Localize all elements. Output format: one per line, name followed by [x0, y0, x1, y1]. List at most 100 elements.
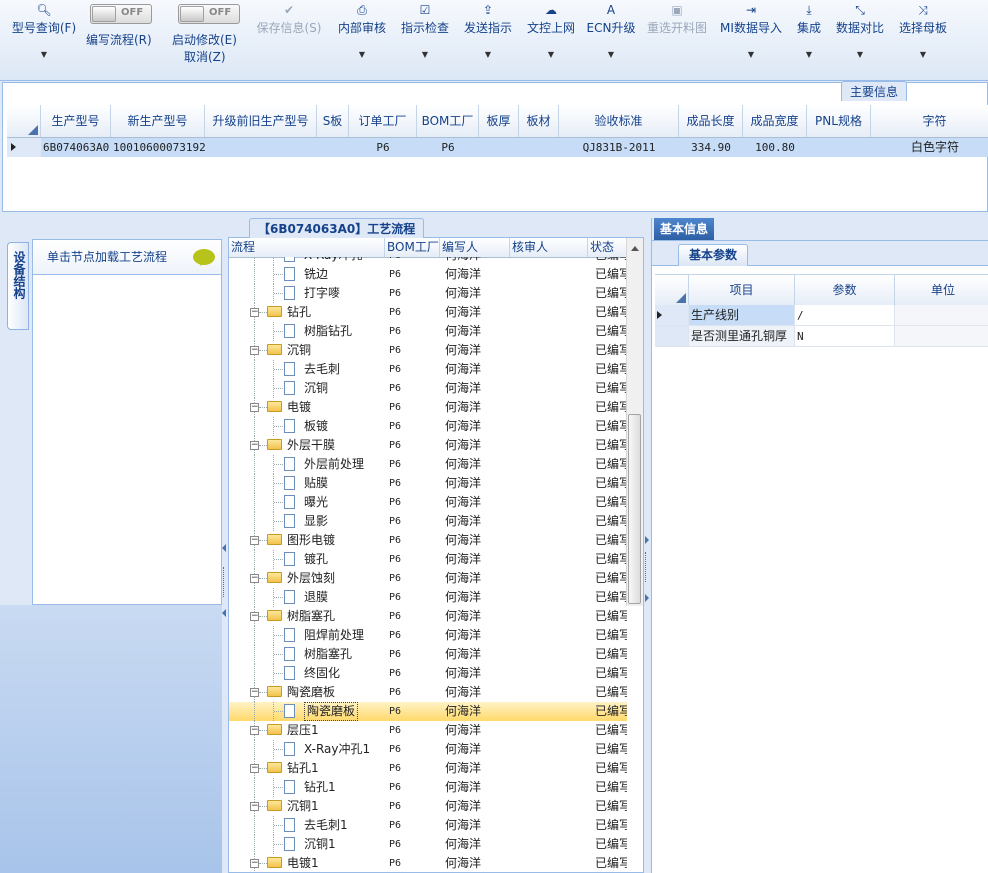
column-header[interactable]: 订单工厂 [349, 105, 417, 137]
table-cell[interactable]: 10010600073192 [111, 138, 205, 157]
param-column-header[interactable]: 参数 [795, 275, 895, 305]
table-cell[interactable] [479, 138, 519, 157]
toolbar-button-5[interactable]: ☁ 文控上网 ▼ [524, 0, 578, 72]
tree-row[interactable]: X-Ray冲孔 P6何海洋 已编写 [229, 257, 627, 265]
node-panel[interactable]: 单击节点加载工艺流程 [32, 239, 222, 605]
collapse-right-icon[interactable] [645, 536, 649, 544]
column-header[interactable]: BOM工厂 [417, 105, 479, 137]
tree-node-label[interactable]: 树脂钻孔 [304, 322, 352, 341]
table-cell[interactable]: 白色字符 [871, 138, 988, 157]
node-panel-header[interactable]: 单击节点加载工艺流程 [33, 240, 221, 275]
tree-node-label[interactable]: 阻焊前处理 [304, 626, 364, 645]
dropdown-arrow-icon[interactable]: ▼ [793, 50, 825, 59]
column-header[interactable]: 成品宽度 [743, 105, 807, 137]
table-cell[interactable]: P6 [417, 138, 479, 157]
tree-row[interactable]: 树脂塞孔 P6 何海洋 已编写 [229, 645, 627, 664]
dropdown-arrow-icon[interactable]: ▼ [524, 50, 578, 59]
column-header[interactable]: S板 [317, 105, 349, 137]
dropdown-arrow-icon[interactable]: ▼ [460, 50, 516, 59]
tree-node-label[interactable]: 电镀 [287, 398, 311, 417]
toolbar-button-7[interactable]: ▣ 重选开料图 [643, 0, 711, 72]
table-cell[interactable]: QJ831B-2011 [559, 138, 679, 157]
right-splitter[interactable] [644, 218, 649, 873]
param-column-header[interactable]: 项目 [689, 275, 795, 305]
tree-node-label[interactable]: 去毛刺 [304, 360, 340, 379]
tree-node-label[interactable]: 外层前处理 [304, 455, 364, 474]
tree-row[interactable]: 树脂钻孔 P6 何海洋 已编写 [229, 322, 627, 341]
dropdown-arrow-icon[interactable]: ▼ [585, 50, 637, 59]
param-value[interactable]: / [795, 305, 895, 326]
tree-node-label[interactable]: 钻孔 [287, 303, 311, 322]
toolbar-button-9[interactable]: ⤓ 集成 ▼ [793, 0, 825, 72]
column-header[interactable]: 新生产型号 [111, 105, 205, 137]
column-header[interactable]: 板厚 [479, 105, 519, 137]
tree-row[interactable]: 去毛刺 P6 何海洋 已编写 [229, 360, 627, 379]
start-edit-toggle[interactable]: OFF [178, 4, 240, 24]
dropdown-arrow-icon[interactable]: ▼ [334, 50, 390, 59]
tree-node-label[interactable]: 沉铜 [304, 379, 328, 398]
tree-row[interactable]: 退膜 P6 何海洋 已编写 [229, 588, 627, 607]
tree-row[interactable]: 沉铜 P6 何海洋 已编写 [229, 379, 627, 398]
toolbar-button-0[interactable]: 🔍︎ 型号查询(F) ▼ [8, 0, 80, 72]
collapse-left-icon[interactable] [222, 544, 226, 552]
tree-row[interactable]: − 电镀1 P6 何海洋 已编写 [229, 854, 627, 872]
cancel-label[interactable]: 取消(Z) [184, 48, 226, 65]
tree-node-label[interactable]: 外层干膜 [287, 436, 335, 455]
scroll-thumb[interactable] [628, 414, 641, 604]
tree-node-label[interactable]: 铣边 [304, 265, 328, 284]
tree-row[interactable]: − 钻孔1 P6 何海洋 已编写 [229, 759, 627, 778]
left-splitter[interactable] [222, 237, 227, 873]
tree-node-label[interactable]: 陶瓷磨板 [304, 702, 359, 721]
flow-scrollbar[interactable] [626, 238, 643, 606]
collapse-toggle-icon[interactable]: − [250, 612, 259, 621]
tree-row[interactable]: − 沉铜 P6 何海洋 已编写 [229, 341, 627, 360]
dropdown-arrow-icon[interactable]: ▼ [717, 50, 785, 59]
dropdown-arrow-icon[interactable]: ▼ [8, 50, 80, 59]
start-edit-label[interactable]: 启动修改(E) [172, 31, 237, 48]
column-header[interactable]: 验收标准 [559, 105, 679, 137]
table-cell[interactable] [317, 138, 349, 157]
column-header[interactable]: 板材 [519, 105, 559, 137]
collapse-toggle-icon[interactable]: − [250, 536, 259, 545]
tree-row[interactable]: − 层压1 P6 何海洋 已编写 [229, 721, 627, 740]
collapse-toggle-icon[interactable]: − [250, 802, 259, 811]
tree-node-label[interactable]: 沉铜1 [304, 835, 336, 854]
tree-row[interactable]: − 沉铜1 P6 何海洋 已编写 [229, 797, 627, 816]
table-cell[interactable]: P6 [349, 138, 417, 157]
flow-column-header[interactable]: 核审人 [510, 238, 588, 257]
tree-node-label[interactable]: 钻孔1 [304, 778, 336, 797]
toolbar-button-4[interactable]: ⇪ 发送指示 ▼ [460, 0, 516, 72]
tree-node-label[interactable]: 电镀1 [287, 854, 319, 872]
tree-node-label[interactable]: X-Ray冲孔1 [304, 740, 370, 759]
tree-node-label[interactable]: 显影 [304, 512, 328, 531]
tree-row[interactable]: − 外层蚀刻 P6 何海洋 已编写 [229, 569, 627, 588]
tree-node-label[interactable]: 去毛刺1 [304, 816, 348, 835]
toolbar-button-6[interactable]: A ECN升级 ▼ [585, 0, 637, 72]
collapse-toggle-icon[interactable]: − [250, 308, 259, 317]
tree-row[interactable]: 镀孔 P6 何海洋 已编写 [229, 550, 627, 569]
table-cell[interactable]: 334.90 [679, 138, 743, 157]
column-header[interactable]: 生产型号 [41, 105, 111, 137]
toolbar-button-1[interactable]: ✔ 保存信息(S) [253, 0, 325, 72]
tab-basic-params[interactable]: 基本参数 [678, 244, 749, 266]
tree-row[interactable]: 打字嘜 P6 何海洋 已编写 [229, 284, 627, 303]
tree-node-label[interactable]: 陶瓷磨板 [287, 683, 335, 702]
tree-row[interactable]: 显影 P6 何海洋 已编写 [229, 512, 627, 531]
collapse-toggle-icon[interactable]: − [250, 764, 259, 773]
table-cell[interactable]: 6B074063A0 [41, 138, 111, 157]
toolbar-button-11[interactable]: ⤨ 选择母板 ▼ [895, 0, 951, 72]
tree-node-label[interactable]: 层压1 [287, 721, 319, 740]
param-row[interactable]: 是否测里通孔铜厚 N [655, 326, 988, 347]
tree-row[interactable]: 曝光 P6 何海洋 已编写 [229, 493, 627, 512]
flow-tab[interactable]: 【6B074063A0】工艺流程 [249, 218, 425, 238]
tree-node-label[interactable]: X-Ray冲孔 [304, 257, 362, 265]
tree-row[interactable]: − 图形电镀 P6 何海洋 已编写 [229, 531, 627, 550]
tree-row[interactable]: − 电镀 P6 何海洋 已编写 [229, 398, 627, 417]
tree-row[interactable]: 沉铜1 P6 何海洋 已编写 [229, 835, 627, 854]
tree-row[interactable]: 铣边 P6 何海洋 已编写 [229, 265, 627, 284]
toolbar-button-8[interactable]: ⇥ MI数据导入 ▼ [717, 0, 785, 72]
flow-column-header[interactable]: BOM工厂 [385, 238, 440, 257]
tree-row[interactable]: − 外层干膜 P6 何海洋 已编写 [229, 436, 627, 455]
collapse-toggle-icon[interactable]: − [250, 403, 259, 412]
flow-column-header[interactable]: 编写人 [440, 238, 510, 257]
